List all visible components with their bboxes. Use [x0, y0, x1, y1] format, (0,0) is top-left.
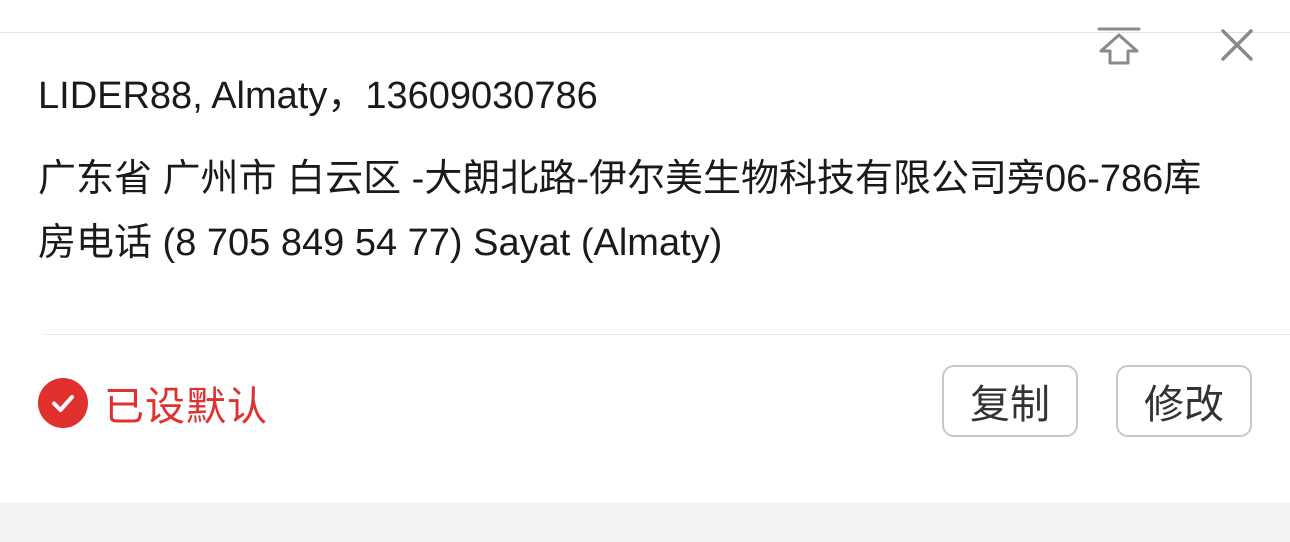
recipient-name-phone: LIDER88, Almaty，13609030786 [38, 75, 598, 117]
pin-to-top-button[interactable] [1091, 17, 1147, 73]
divider [44, 334, 1290, 335]
copy-button[interactable]: 复制 [942, 365, 1078, 437]
page-background [0, 503, 1290, 542]
edit-button[interactable]: 修改 [1116, 365, 1252, 437]
address-detail: 广东省 广州市 白云区 -大朗北路-伊尔美生物科技有限公司旁06-786库房电话… [38, 158, 1202, 264]
default-label: 已设默认 [104, 385, 268, 429]
close-button[interactable] [1209, 17, 1265, 73]
pin-to-top-icon [1097, 27, 1141, 65]
default-address-indicator: 已设默认 [38, 377, 268, 429]
check-circle-icon [38, 378, 88, 428]
close-icon [1221, 29, 1253, 61]
